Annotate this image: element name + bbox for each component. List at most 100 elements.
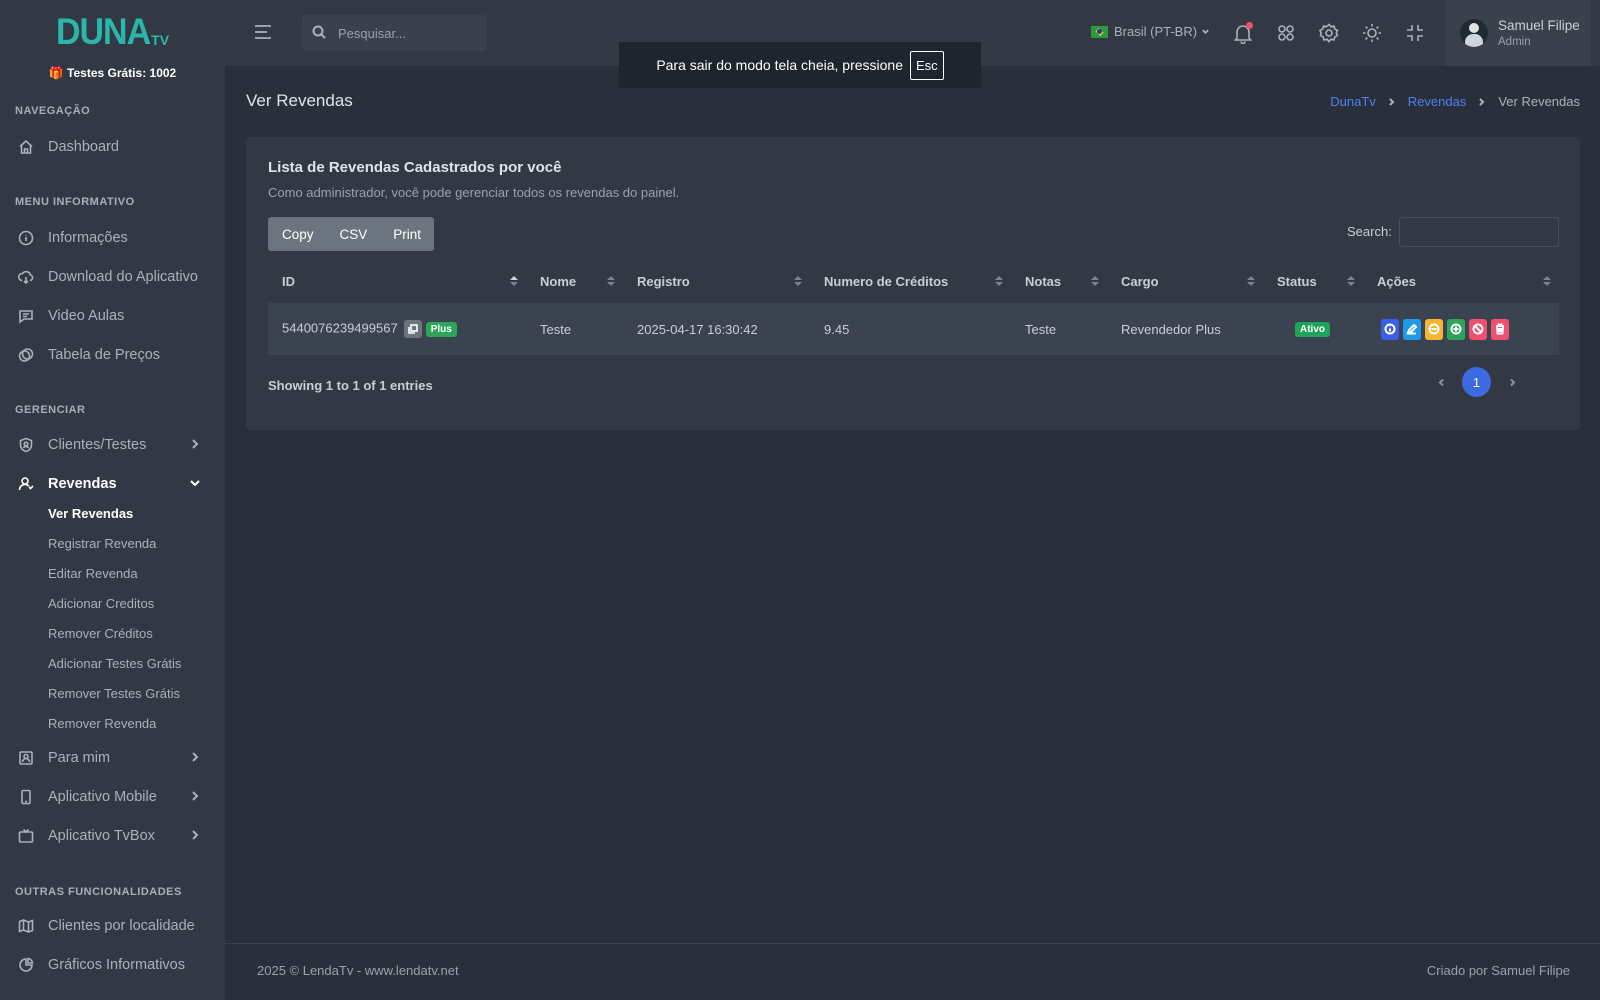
block-action-button[interactable] xyxy=(1469,318,1487,340)
sidebar-subitem-remover-creditos[interactable]: Remover Créditos xyxy=(48,626,153,641)
print-button[interactable]: Print xyxy=(380,217,434,251)
column-header-status[interactable]: Status xyxy=(1263,259,1363,303)
chat-icon xyxy=(18,308,34,324)
sidebar-subitem-ver-revendas[interactable]: Ver Revendas xyxy=(48,506,133,521)
global-search[interactable] xyxy=(302,15,487,51)
column-header-label: Numero de Créditos xyxy=(824,273,949,289)
sidebar-item-aplicativo-mobile[interactable]: Aplicativo Mobile xyxy=(0,780,225,814)
sidebar-item-download[interactable]: Download do Aplicativo xyxy=(0,260,225,294)
status-badge: Ativo xyxy=(1295,322,1330,338)
column-header-id[interactable]: ID xyxy=(268,259,526,303)
sidebar-item-revendas[interactable]: Revendas xyxy=(0,467,225,501)
edit-action-button[interactable] xyxy=(1403,318,1421,340)
delete-action-button[interactable] xyxy=(1491,318,1509,340)
pagination-page[interactable]: 1 xyxy=(1462,367,1491,397)
sidebar-item-label: Download do Aplicativo xyxy=(48,269,198,285)
sort-icon xyxy=(1347,276,1355,286)
column-header-registro[interactable]: Registro xyxy=(623,259,810,303)
menu-toggle-icon[interactable] xyxy=(253,22,273,42)
add-credits-action-button[interactable] xyxy=(1447,318,1465,340)
column-header-cargo[interactable]: Cargo xyxy=(1107,259,1263,303)
column-header-label: Status xyxy=(1277,273,1317,289)
pagination-next[interactable] xyxy=(1497,367,1527,397)
column-header-nome[interactable]: Nome xyxy=(526,259,623,303)
reseller-id: 5440076239499567 xyxy=(282,320,398,336)
pagination-prev[interactable] xyxy=(1426,367,1456,397)
sidebar-item-graficos[interactable]: Gráficos Informativos xyxy=(0,948,225,982)
sidebar-item-label: Clientes por localidade xyxy=(48,918,195,934)
cell-nome: Teste xyxy=(540,321,572,337)
column-header-notas[interactable]: Notas xyxy=(1011,259,1107,303)
sun-icon[interactable] xyxy=(1361,22,1383,44)
chevron-right-icon xyxy=(189,438,201,454)
sidebar-subitem-remover-testes[interactable]: Remover Testes Grátis xyxy=(48,686,180,701)
avatar xyxy=(1460,19,1488,47)
info-icon xyxy=(1384,323,1396,335)
sidebar-subitem-registrar-revenda[interactable]: Registrar Revenda xyxy=(48,536,156,551)
sidebar-item-label: Tabela de Preços xyxy=(48,347,161,363)
plus-circle-icon xyxy=(1450,323,1462,335)
sidebar-item-label: Revendas xyxy=(48,476,117,492)
sidebar-item-video-aulas[interactable]: Video Aulas xyxy=(0,299,225,333)
table-search-label: Search: xyxy=(1347,224,1392,239)
free-tests-counter: 🎁 Testes Grátis: 1002 xyxy=(48,66,177,80)
sidebar-item-para-mim[interactable]: Para mim xyxy=(0,741,225,775)
remove-credits-action-button[interactable] xyxy=(1425,318,1443,340)
column-header-creditos[interactable]: Numero de Créditos xyxy=(810,259,1011,303)
chevron-right-icon xyxy=(1509,378,1515,386)
info-action-button[interactable] xyxy=(1381,318,1399,340)
table-search-input[interactable] xyxy=(1399,217,1559,247)
toast-text: Para sair do modo tela cheia, pressione xyxy=(656,57,904,73)
chevron-right-icon xyxy=(189,829,201,845)
trash-icon xyxy=(1496,323,1504,335)
section-outras-funcionalidades: OUTRAS FUNCIONALIDADES xyxy=(15,886,182,898)
chevron-down-icon xyxy=(1202,29,1209,35)
plus-badge: Plus xyxy=(425,321,457,337)
sort-icon xyxy=(794,276,802,286)
sidebar-item-label: Video Aulas xyxy=(48,308,125,324)
chevron-left-icon xyxy=(1438,378,1444,386)
coins-icon xyxy=(18,347,34,363)
sidebar-subitem-adicionar-creditos[interactable]: Adicionar Creditos xyxy=(48,596,154,611)
gear-icon[interactable] xyxy=(1318,22,1340,44)
sidebar-subitem-remover-revenda[interactable]: Remover Revenda xyxy=(48,716,156,731)
chevron-right-icon xyxy=(189,751,201,767)
logo-text: DUNA xyxy=(55,11,151,53)
sidebar-item-aplicativo-tvbox[interactable]: Aplicativo TvBox xyxy=(0,819,225,853)
pie-chart-icon xyxy=(18,957,34,973)
chevron-down-icon xyxy=(189,477,201,493)
logo[interactable]: DUNA TV xyxy=(0,0,225,56)
exit-fullscreen-icon[interactable] xyxy=(1404,22,1426,44)
sidebar-item-dashboard[interactable]: Dashboard xyxy=(0,130,225,164)
language-selector[interactable]: Brasil (PT-BR) xyxy=(1091,24,1210,39)
chevron-right-icon xyxy=(1478,94,1486,109)
sidebar-item-clientes-testes[interactable]: Clientes/Testes xyxy=(0,428,225,462)
chevron-right-icon xyxy=(189,790,201,806)
sidebar-item-informacoes[interactable]: Informações xyxy=(0,221,225,255)
column-header-label: Cargo xyxy=(1121,273,1159,289)
sidebar-item-clientes-localidade[interactable]: Clientes por localidade xyxy=(0,909,225,943)
user-menu[interactable]: Samuel Filipe Admin xyxy=(1446,0,1591,66)
section-gerenciar: GERENCIAR xyxy=(15,404,86,416)
breadcrumb-revendas[interactable]: Revendas xyxy=(1408,94,1467,109)
sidebar-item-label: Informações xyxy=(48,230,128,246)
sidebar-subitem-editar-revenda[interactable]: Editar Revenda xyxy=(48,566,138,581)
breadcrumb-dunatv[interactable]: DunaTv xyxy=(1330,94,1376,109)
search-input[interactable] xyxy=(338,25,478,41)
fullscreen-toast: Para sair do modo tela cheia, pressione … xyxy=(619,42,981,88)
shield-user-icon xyxy=(18,437,34,453)
page-title: Ver Revendas xyxy=(246,91,353,110)
table-info: Showing 1 to 1 of 1 entries xyxy=(268,378,433,393)
sidebar-item-label: Aplicativo TvBox xyxy=(48,828,155,844)
copy-id-button[interactable] xyxy=(403,320,422,338)
copy-button[interactable]: Copy xyxy=(268,217,327,251)
column-header-acoes[interactable]: Ações xyxy=(1363,259,1559,303)
export-buttons: Copy CSV Print xyxy=(268,217,435,251)
bell-icon[interactable] xyxy=(1232,22,1254,45)
user-icon xyxy=(18,476,34,492)
sidebar-item-tabela-precos[interactable]: Tabela de Preços xyxy=(0,338,225,372)
csv-button[interactable]: CSV xyxy=(327,217,381,251)
sidebar-subitem-adicionar-testes[interactable]: Adicionar Testes Grátis xyxy=(48,656,181,671)
cell-status: Ativo xyxy=(1263,303,1363,355)
apps-grid-icon[interactable] xyxy=(1275,22,1297,44)
